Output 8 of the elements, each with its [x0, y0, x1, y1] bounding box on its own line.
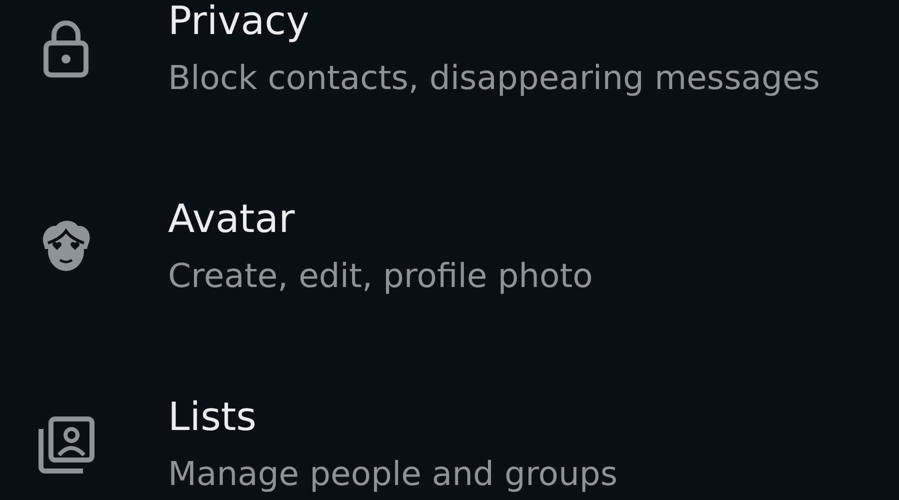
- setting-title[interactable]: Lists: [168, 396, 618, 440]
- setting-description: Manage people and groups: [168, 454, 618, 494]
- setting-title[interactable]: Avatar: [168, 198, 593, 242]
- setting-description: Create, edit, profile photo: [168, 256, 593, 296]
- setting-description: Block contacts, disappearing messages: [168, 58, 820, 98]
- setting-title[interactable]: Privacy: [168, 0, 820, 44]
- stacked-portraits-icon: [36, 415, 96, 475]
- lock-icon: [42, 19, 90, 79]
